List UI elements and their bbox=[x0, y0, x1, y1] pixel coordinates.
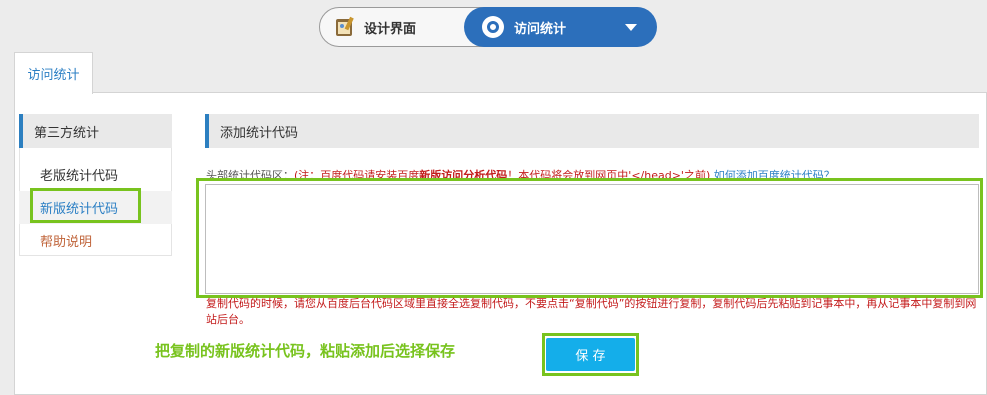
section-title: 添加统计代码 bbox=[220, 125, 299, 141]
brush-palette-icon bbox=[334, 16, 356, 38]
sidebar-item-label: 老版统计代码 bbox=[40, 169, 119, 184]
copy-hint-text: 复制代码的时候，请您从百度后台代码区域里直接全选复制代码，不要点击“复制代码”的… bbox=[206, 297, 977, 326]
stats-code-textarea[interactable] bbox=[205, 184, 979, 294]
chevron-down-icon[interactable] bbox=[625, 24, 637, 31]
sidebar-header: 第三方统计 bbox=[19, 114, 172, 148]
view-switcher: 设计界面 访问统计 bbox=[319, 7, 657, 47]
sidebar-item-help[interactable]: 帮助说明 bbox=[19, 224, 172, 257]
design-view-label: 设计界面 bbox=[364, 21, 417, 37]
stats-view-label: 访问统计 bbox=[514, 21, 567, 37]
callout-text: 把复制的新版统计代码，粘贴添加后选择保存 bbox=[155, 341, 456, 360]
sidebar-item-label: 帮助说明 bbox=[40, 235, 93, 250]
instruction-callout: 把复制的新版统计代码，粘贴添加后选择保存 bbox=[149, 334, 469, 366]
section-header: 添加统计代码 bbox=[205, 114, 979, 148]
highlight-box-new-code bbox=[30, 188, 141, 223]
stats-view-button[interactable]: 访问统计 bbox=[464, 7, 657, 47]
design-view-button[interactable]: 设计界面 bbox=[334, 8, 416, 46]
save-button[interactable]: 保 存 bbox=[546, 338, 635, 371]
tab-visit-stats[interactable]: 访问统计 bbox=[14, 52, 93, 94]
sidebar-header-label: 第三方统计 bbox=[34, 125, 100, 141]
sidebar-item-old-code[interactable]: 老版统计代码 bbox=[19, 158, 172, 191]
tab-label: 访问统计 bbox=[27, 68, 80, 83]
gear-icon bbox=[482, 16, 504, 38]
